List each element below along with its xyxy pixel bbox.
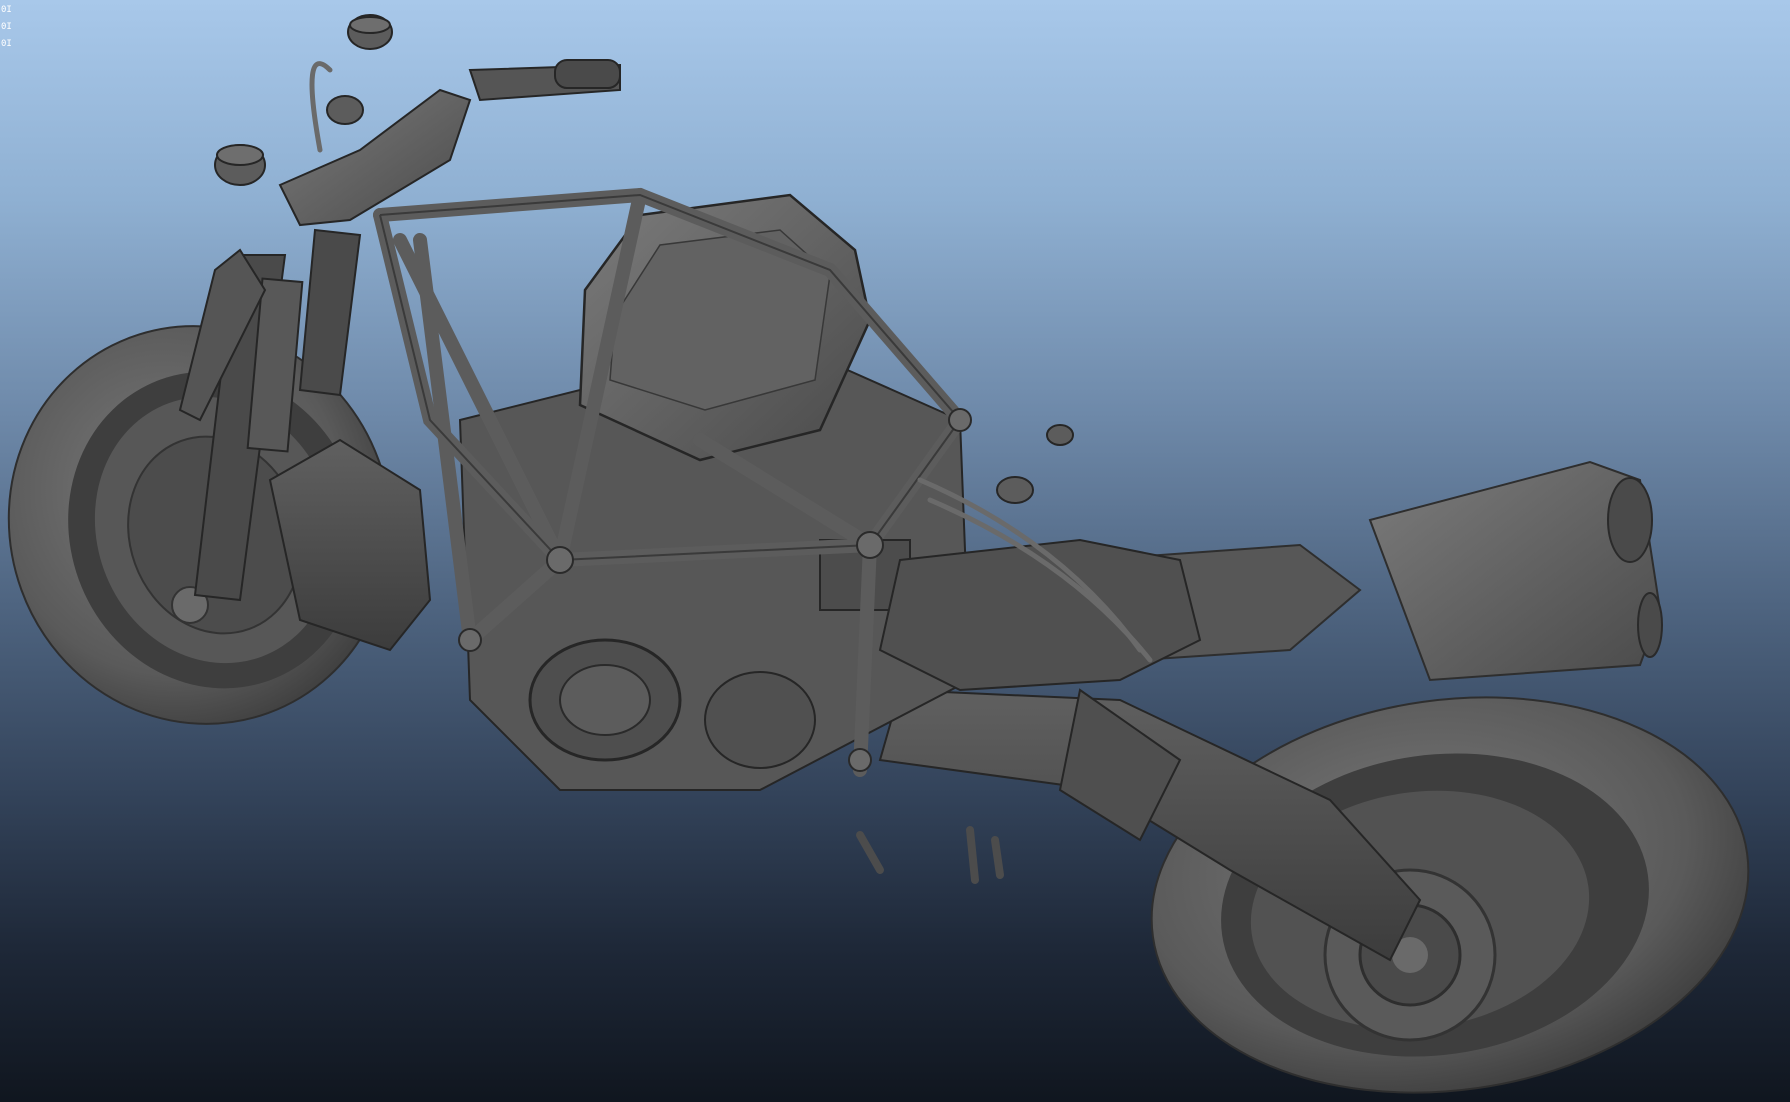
rear-wheel bbox=[1150, 696, 1750, 1094]
seat-base bbox=[878, 538, 1202, 692]
3d-viewport[interactable]: 0I 0I 0I bbox=[0, 0, 1790, 1102]
motorcycle-model[interactable] bbox=[0, 0, 1790, 1102]
footpegs bbox=[856, 826, 1004, 884]
